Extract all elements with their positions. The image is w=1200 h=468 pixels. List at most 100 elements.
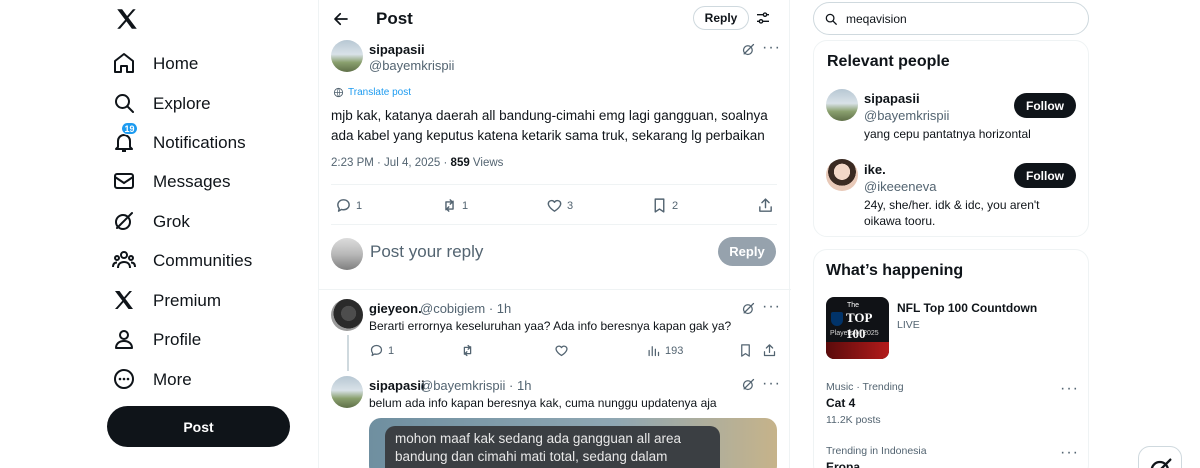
follow-button[interactable]: Follow — [1014, 163, 1076, 188]
sliders-icon[interactable] — [755, 10, 771, 26]
envelope-icon — [112, 169, 138, 195]
left-navigation: Home Explore 19 Notifications Messages G… — [0, 0, 318, 468]
nav-premium[interactable]: Premium — [112, 281, 221, 321]
bookmark-icon — [654, 198, 665, 213]
divider — [331, 184, 777, 185]
repost-count: 1 — [462, 199, 469, 212]
nav-home-label: Home — [153, 54, 199, 73]
grok-icon — [1150, 458, 1172, 468]
share-icon — [759, 198, 772, 212]
reply-icon — [370, 344, 383, 357]
grok-floating-button[interactable] — [1138, 446, 1182, 468]
avatar[interactable] — [826, 159, 858, 191]
nav-communities[interactable]: Communities — [112, 241, 252, 281]
trend-name[interactable]: Eropa — [826, 460, 860, 468]
views-action[interactable]: 193 — [646, 343, 683, 358]
trend-thumbnail[interactable]: The TOP 100 Players of 2025 — [826, 297, 889, 359]
person-handle[interactable]: @bayemkrispii — [864, 108, 949, 123]
more-options-icon[interactable]: ··· — [762, 40, 781, 56]
right-sidebar: Relevant people sipapasii @bayemkrispii … — [790, 0, 1200, 468]
person-name[interactable]: sipapasii — [864, 91, 920, 106]
more-options-icon[interactable]: ··· — [1060, 381, 1079, 397]
bookmark-count: 2 — [672, 199, 679, 212]
tweet-author-name[interactable]: sipapasii — [369, 42, 425, 57]
thumb-banner — [826, 342, 889, 359]
views-count: 193 — [665, 344, 684, 357]
chat-bubble-screenshot: mohon maaf kak sedang ada gangguan all a… — [385, 426, 720, 468]
search-icon — [112, 91, 138, 117]
tweet-author-handle[interactable]: @bayemkrispii — [369, 58, 454, 73]
nav-profile[interactable]: Profile — [112, 320, 201, 360]
bell-icon: 19 — [112, 122, 138, 156]
trend-name[interactable]: Cat 4 — [826, 396, 855, 410]
x-logo-icon — [112, 288, 138, 314]
grok-icon[interactable] — [741, 301, 756, 316]
whats-happening-title: What’s happening — [826, 262, 964, 279]
grok-icon — [112, 209, 138, 235]
people-icon — [112, 248, 138, 274]
repost-action[interactable]: 1 — [441, 197, 468, 214]
repost-action[interactable] — [460, 343, 479, 358]
nav-more[interactable]: More — [112, 360, 192, 400]
header-reply-button[interactable]: Reply — [693, 6, 749, 30]
more-options-icon[interactable]: ··· — [762, 299, 781, 315]
person-handle[interactable]: @ikeeeneva — [864, 179, 936, 194]
reply-submit-button[interactable]: Reply — [718, 237, 776, 266]
tweet-text: mjb kak, katanya daerah all bandung-cima… — [331, 108, 768, 143]
trend-context: Music · Trending — [826, 381, 904, 393]
bookmark-action[interactable] — [738, 343, 757, 358]
featured-title[interactable]: NFL Top 100 Countdown — [897, 301, 1037, 315]
x-logo-icon[interactable] — [114, 6, 140, 32]
follow-button[interactable]: Follow — [1014, 93, 1076, 118]
tweet-timestamp[interactable]: 2:23 PM · Jul 4, 2025 · — [331, 157, 451, 169]
bookmark-action[interactable]: 2 — [651, 197, 678, 214]
like-action[interactable]: 3 — [546, 197, 573, 214]
nav-grok[interactable]: Grok — [112, 202, 190, 242]
nav-communities-label: Communities — [153, 251, 253, 270]
my-avatar — [331, 238, 363, 270]
reply-text: Berarti errornya keseluruhan yaa? Ada in… — [369, 319, 732, 333]
person-name[interactable]: ike. — [864, 162, 886, 177]
nav-notifications[interactable]: 19 Notifications — [112, 122, 246, 163]
search-input[interactable] — [846, 11, 1066, 26]
home-icon — [112, 51, 138, 77]
grok-icon[interactable] — [741, 42, 756, 57]
reply-input[interactable]: Post your reply — [370, 242, 483, 262]
thumb-the: The — [847, 302, 860, 309]
divider — [331, 224, 777, 225]
share-action[interactable] — [762, 343, 781, 358]
reply-author-name[interactable]: gieyeon. — [369, 301, 422, 316]
nav-premium-label: Premium — [153, 291, 222, 310]
post-button[interactable]: Post — [107, 406, 290, 447]
more-options-icon[interactable]: ··· — [1060, 445, 1079, 461]
grok-icon[interactable] — [741, 377, 756, 392]
translate-link[interactable]: Translate post — [333, 87, 411, 98]
reply-count: 1 — [388, 344, 395, 357]
tweet-views-label: Views — [469, 157, 504, 169]
share-icon — [763, 344, 776, 357]
like-action[interactable] — [554, 343, 573, 358]
reply-author-handle[interactable]: @bayemkrispii · 1h — [420, 378, 531, 393]
reply-media-image[interactable]: mohon maaf kak sedang ada gangguan all a… — [369, 418, 777, 468]
nav-messages-label: Messages — [153, 172, 231, 191]
reply-author-name[interactable]: sipapasii — [369, 378, 425, 393]
search-bar[interactable] — [813, 2, 1089, 35]
relevant-people-title: Relevant people — [827, 53, 950, 70]
more-options-icon[interactable]: ··· — [762, 376, 781, 392]
reply-action[interactable]: 1 — [369, 343, 394, 358]
reply-action[interactable]: 1 — [335, 197, 362, 214]
avatar[interactable] — [331, 40, 363, 72]
avatar[interactable] — [826, 89, 858, 121]
reply-author-handle[interactable]: @cobigiem · 1h — [420, 301, 511, 316]
nav-more-label: More — [153, 370, 192, 389]
nav-messages[interactable]: Messages — [112, 162, 230, 202]
back-arrow-icon[interactable] — [332, 10, 350, 28]
avatar[interactable] — [331, 376, 363, 408]
globe-icon — [333, 87, 344, 98]
nav-explore-label: Explore — [153, 94, 211, 113]
nav-explore[interactable]: Explore — [112, 84, 211, 124]
person-icon — [112, 327, 138, 353]
avatar[interactable] — [331, 299, 363, 331]
share-action[interactable] — [757, 197, 778, 214]
nav-home[interactable]: Home — [112, 44, 198, 84]
